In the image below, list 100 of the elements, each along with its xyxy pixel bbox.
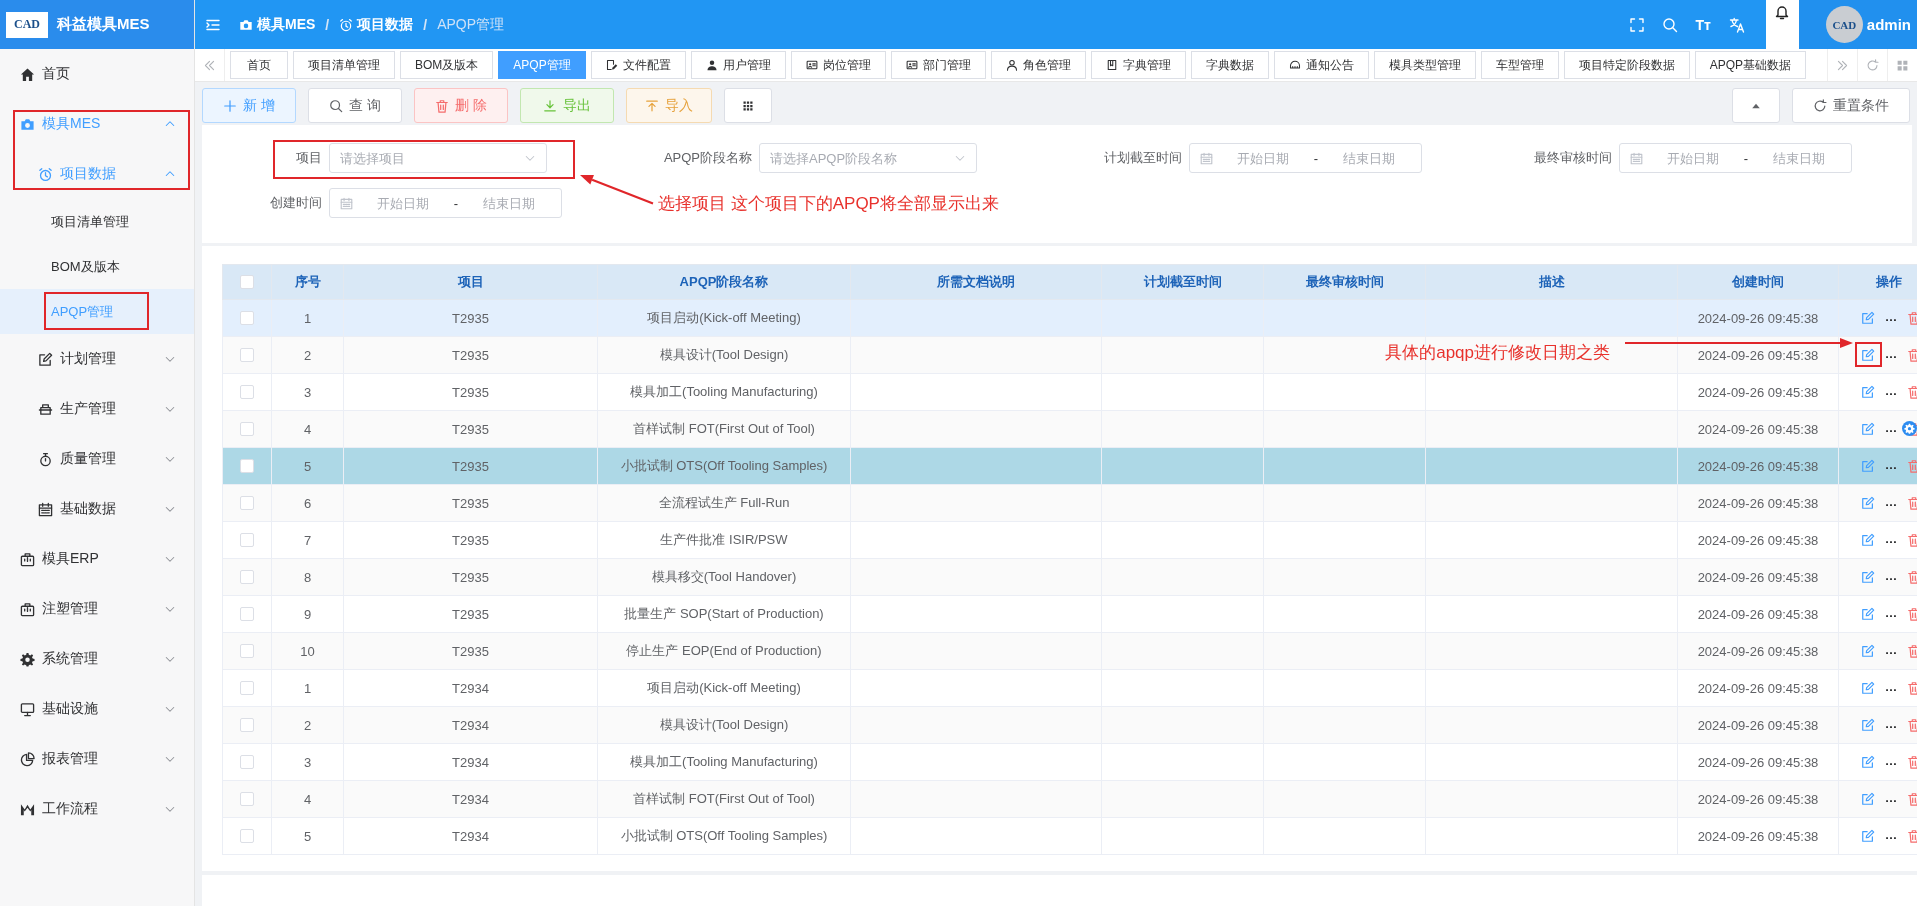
- select-input[interactable]: 请选择APQP阶段名称: [770, 150, 954, 166]
- trash-icon[interactable]: [1907, 644, 1917, 658]
- checkbox[interactable]: [240, 644, 254, 658]
- trash-icon[interactable]: [1907, 755, 1917, 769]
- edit-icon[interactable]: [1861, 496, 1875, 510]
- table-row[interactable]: 8 T2935 模具移交(Tool Handover) 2024-09-26 09:45:38: [222, 558, 1917, 596]
- checkbox[interactable]: [240, 792, 254, 806]
- tab[interactable]: 模具类型管理: [1373, 51, 1476, 79]
- select-field[interactable]: 请选择项目: [329, 143, 547, 173]
- search-icon[interactable]: [1662, 16, 1679, 33]
- menu-item[interactable]: 系统管理: [0, 634, 194, 684]
- checkbox[interactable]: [240, 681, 254, 695]
- checkbox[interactable]: [240, 311, 254, 325]
- date-range-field[interactable]: 开始日期 - 结束日期: [329, 188, 562, 218]
- trash-icon[interactable]: [1907, 681, 1917, 695]
- checkbox[interactable]: [240, 607, 254, 621]
- tab[interactable]: 字典管理: [1090, 51, 1186, 79]
- select-field[interactable]: 请选择APQP阶段名称: [759, 143, 977, 173]
- date-range-field[interactable]: 开始日期 - 结束日期: [1189, 143, 1422, 173]
- tab[interactable]: 字典数据: [1190, 51, 1269, 79]
- table-row[interactable]: 2 T2934 模具设计(Tool Design) 2024-09-26 09:45:38: [222, 706, 1917, 744]
- avatar[interactable]: CAD: [1825, 6, 1863, 43]
- checkbox[interactable]: [240, 718, 254, 732]
- checkbox[interactable]: [240, 385, 254, 399]
- edit-icon[interactable]: [1861, 570, 1875, 584]
- tab[interactable]: 文件配置: [590, 51, 686, 79]
- table-row[interactable]: 1 T2935 项目启动(Kick-off Meeting) 2024-09-26 09:45:38: [222, 299, 1917, 337]
- tab[interactable]: 角色管理: [990, 51, 1086, 79]
- menu-item[interactable]: BOM及版本: [0, 244, 194, 289]
- table-row[interactable]: 4 T2935 首样试制 FOT(First Out of Tool) 2024-09-26 09:45:38: [222, 410, 1917, 448]
- select-input[interactable]: 请选择项目: [340, 150, 524, 166]
- menu-item[interactable]: 生产管理: [0, 384, 194, 434]
- checkbox[interactable]: [240, 275, 254, 289]
- checkbox[interactable]: [240, 829, 254, 843]
- edit-icon[interactable]: [1861, 607, 1875, 621]
- menu-item[interactable]: 工作流程: [0, 784, 194, 834]
- table-row[interactable]: 5 T2935 小批试制 OTS(Off Tooling Samples) 2024-09-26 09:45:38: [222, 447, 1917, 485]
- edit-icon[interactable]: [1861, 533, 1875, 547]
- trash-icon[interactable]: [1907, 570, 1917, 584]
- end-date-input[interactable]: 结束日期: [1326, 150, 1411, 166]
- checkbox[interactable]: [240, 459, 254, 473]
- trash-icon[interactable]: [1907, 829, 1917, 843]
- checkbox[interactable]: [240, 533, 254, 547]
- checkbox[interactable]: [240, 755, 254, 769]
- trash-icon[interactable]: [1907, 348, 1917, 362]
- edit-icon[interactable]: [1861, 311, 1875, 325]
- menu-item[interactable]: 计划管理: [0, 334, 194, 384]
- trash-icon[interactable]: [1907, 311, 1917, 325]
- table-row[interactable]: 3 T2934 模具加工(Tooling Manufacturing) 2024-09-26 09:45:38: [222, 743, 1917, 781]
- edit-icon[interactable]: [1861, 755, 1875, 769]
- menu-item[interactable]: 项目清单管理: [0, 199, 194, 244]
- tab[interactable]: 通知公告: [1273, 51, 1369, 79]
- tab[interactable]: 岗位管理: [790, 51, 886, 79]
- tab[interactable]: 项目清单管理: [293, 51, 395, 79]
- fullscreen-icon[interactable]: [1629, 16, 1646, 33]
- translate-icon[interactable]: [1728, 16, 1745, 33]
- end-date-input[interactable]: 结束日期: [1756, 150, 1841, 166]
- edit-icon[interactable]: [1861, 459, 1875, 473]
- table-row[interactable]: 10 T2935 停止生产 EOP(End of Production) 2024-09-26 09:45:38: [222, 632, 1917, 670]
- date-range-field[interactable]: 开始日期 - 结束日期: [1619, 143, 1852, 173]
- edit-icon[interactable]: [1861, 829, 1875, 843]
- trash-icon[interactable]: [1907, 792, 1917, 806]
- table-row[interactable]: 5 T2934 小批试制 OTS(Off Tooling Samples) 2024-09-26 09:45:38: [222, 817, 1917, 855]
- checkbox[interactable]: [240, 422, 254, 436]
- trash-icon[interactable]: [1907, 385, 1917, 399]
- start-date-input[interactable]: 开始日期: [361, 195, 446, 211]
- menu-item[interactable]: 报表管理: [0, 734, 194, 784]
- menu-item[interactable]: 基础数据: [0, 484, 194, 534]
- tab[interactable]: 用户管理: [690, 51, 786, 79]
- edit-icon[interactable]: [1861, 644, 1875, 658]
- menu-item[interactable]: 注塑管理: [0, 584, 194, 634]
- menu-item[interactable]: 质量管理: [0, 434, 194, 484]
- edit-icon[interactable]: [1861, 422, 1875, 436]
- end-date-input[interactable]: 结束日期: [466, 195, 551, 211]
- table-row[interactable]: 7 T2935 生产件批准 ISIR/PSW 2024-09-26 09:45:38: [222, 521, 1917, 559]
- trash-icon[interactable]: [1907, 459, 1917, 473]
- notification-button[interactable]: [1765, 0, 1799, 49]
- table-row[interactable]: 4 T2934 首样试制 FOT(First Out of Tool) 2024-09-26 09:45:38: [222, 780, 1917, 818]
- menu-item[interactable]: 模具ERP: [0, 534, 194, 584]
- menu-item[interactable]: 首页: [0, 49, 194, 99]
- table-row[interactable]: 1 T2934 项目启动(Kick-off Meeting) 2024-09-26 09:45:38: [222, 669, 1917, 707]
- menu-item[interactable]: 基础设施: [0, 684, 194, 734]
- tab[interactable]: 项目特定阶段数据: [1563, 51, 1690, 79]
- start-date-input[interactable]: 开始日期: [1221, 150, 1306, 166]
- checkbox[interactable]: [240, 496, 254, 510]
- reset-button[interactable]: 重置条件: [1792, 88, 1910, 123]
- checkbox[interactable]: [240, 348, 254, 362]
- edit-icon[interactable]: [1861, 681, 1875, 695]
- checkbox[interactable]: [240, 570, 254, 584]
- trash-icon[interactable]: [1907, 533, 1917, 547]
- tab[interactable]: 车型管理: [1480, 51, 1559, 79]
- edit-icon[interactable]: [1861, 718, 1875, 732]
- table-row[interactable]: 3 T2935 模具加工(Tooling Manufacturing) 2024-09-26 09:45:38: [222, 373, 1917, 411]
- trash-icon[interactable]: [1907, 607, 1917, 621]
- tab[interactable]: APQP基础数据: [1694, 51, 1807, 79]
- tab[interactable]: 首页: [230, 51, 288, 79]
- table-row[interactable]: 9 T2935 批量生产 SOP(Start of Production) 2024-09-26 09:45:38: [222, 595, 1917, 633]
- table-row[interactable]: 6 T2935 全流程试生产 Full-Run 2024-09-26 09:45:38: [222, 484, 1917, 522]
- trash-icon[interactable]: [1907, 718, 1917, 732]
- tab[interactable]: BOM及版本: [400, 51, 494, 79]
